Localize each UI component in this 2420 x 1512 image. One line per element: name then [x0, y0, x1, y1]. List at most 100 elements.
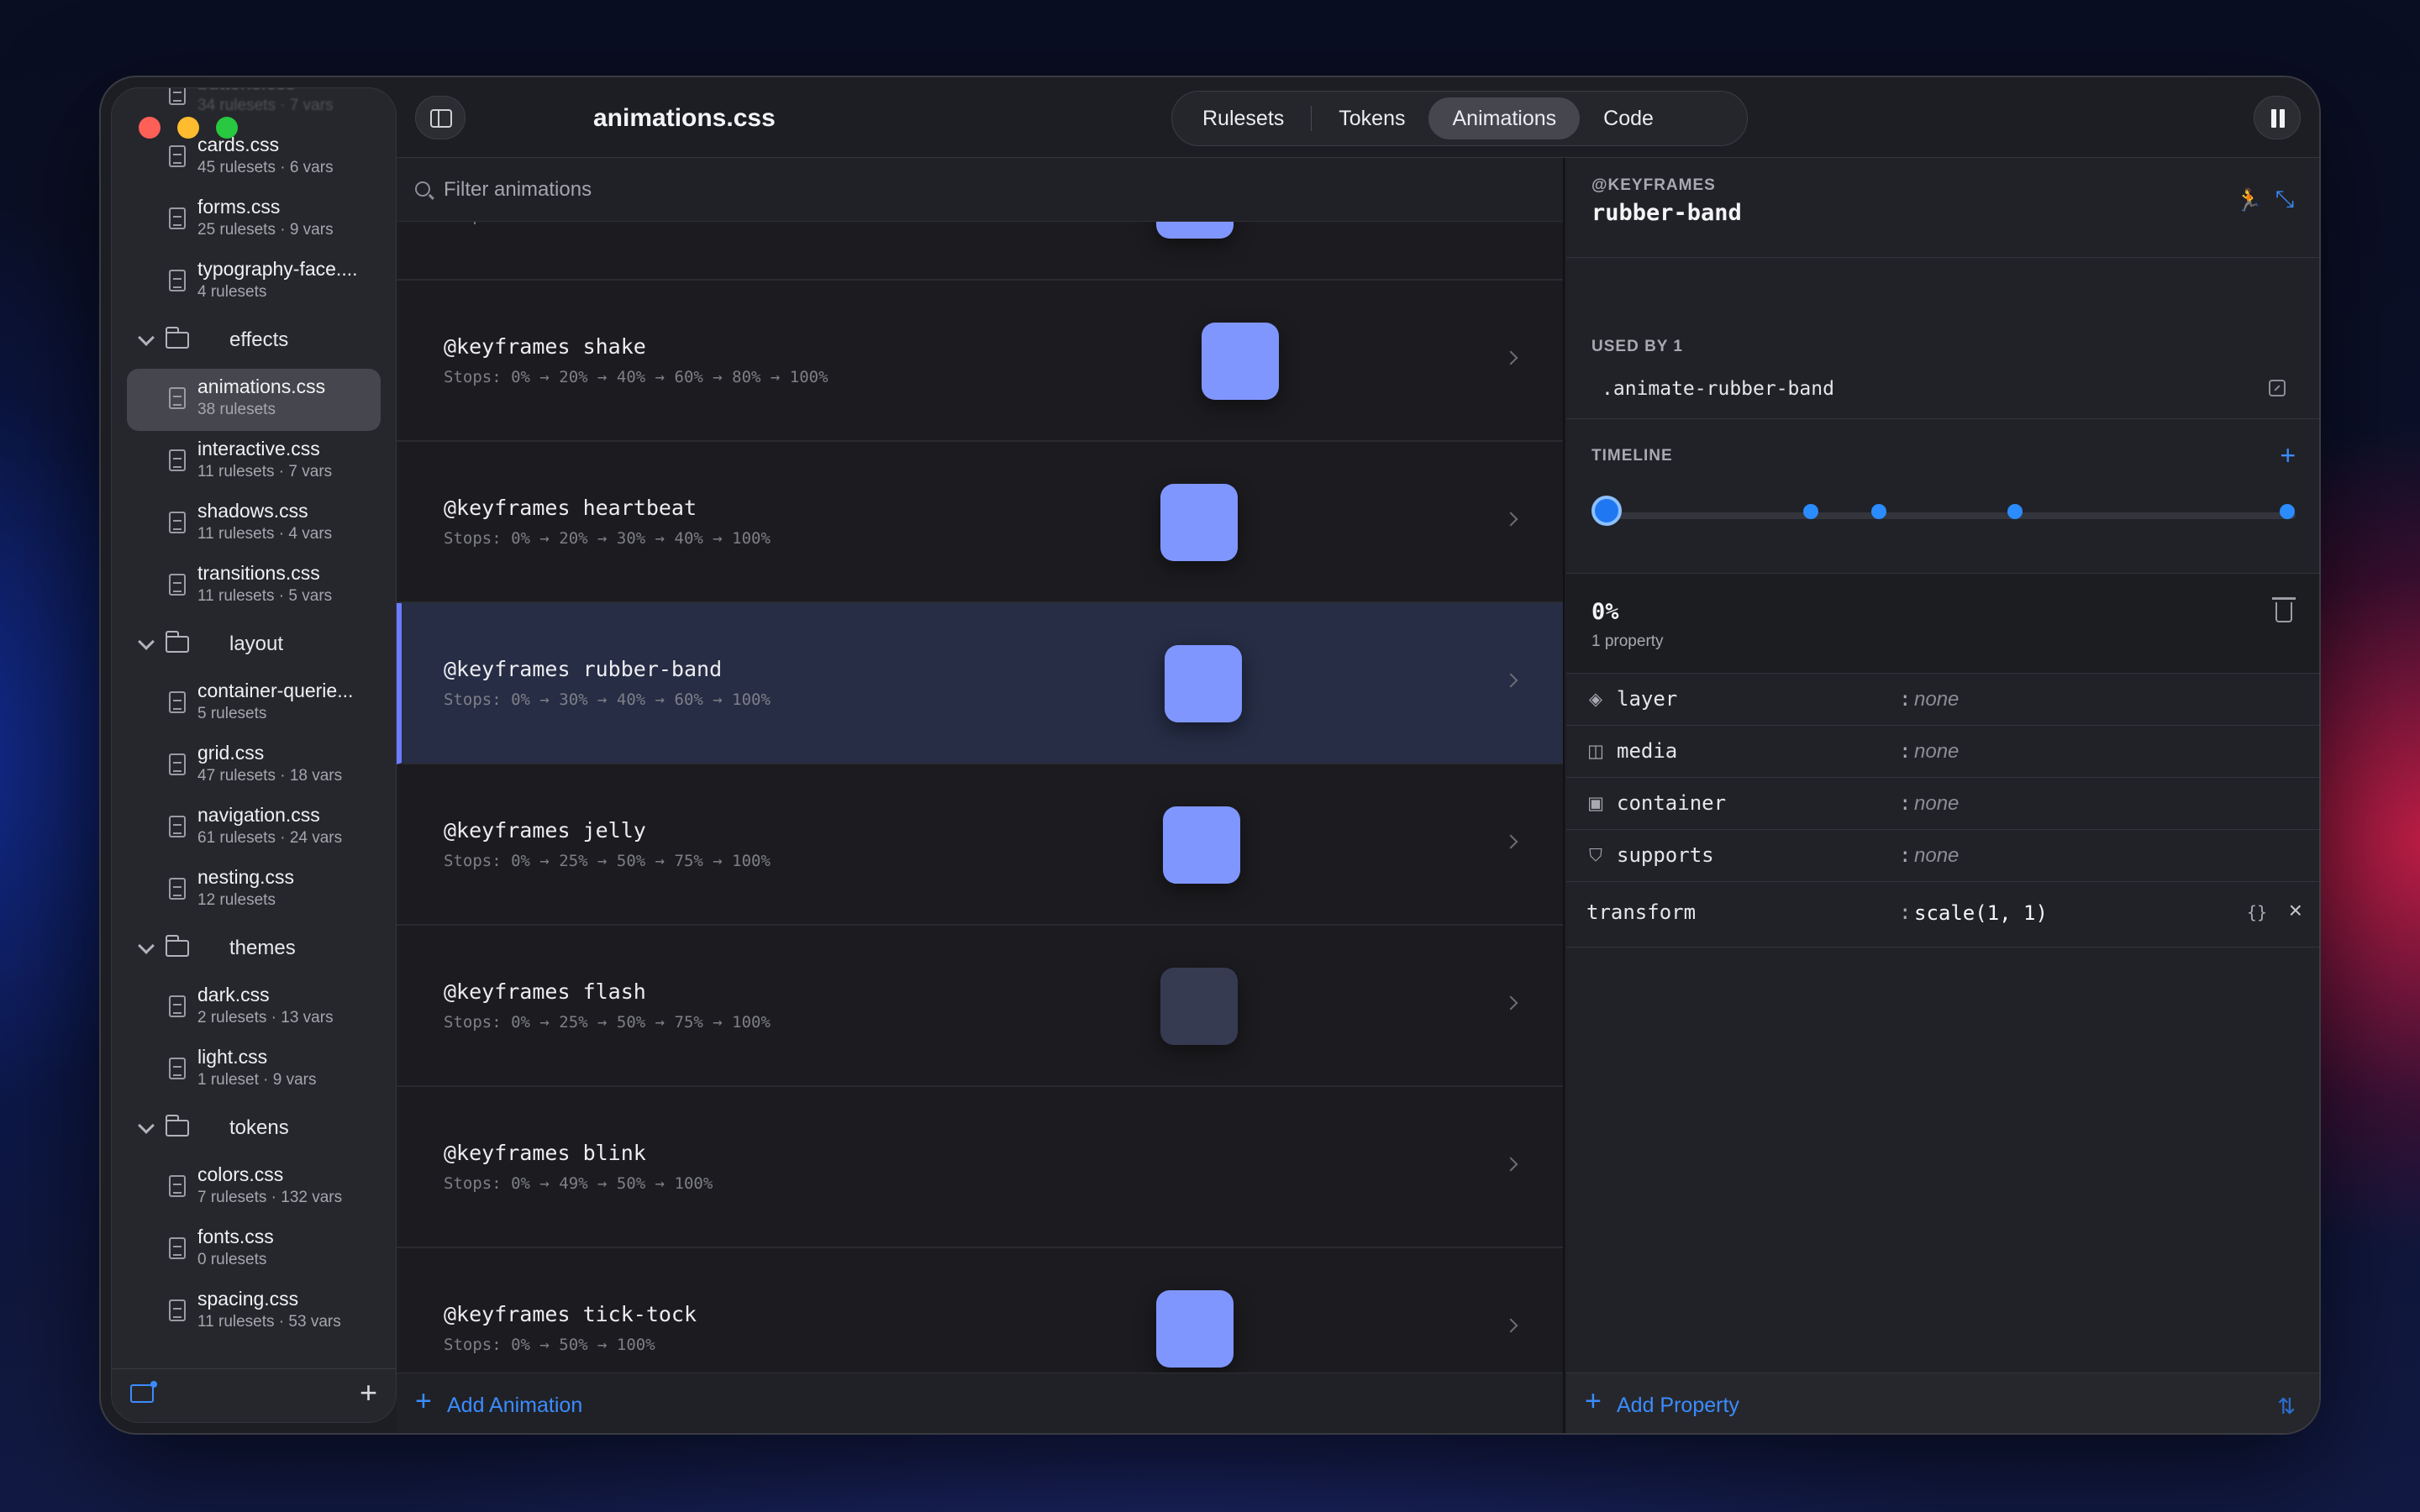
keyframes-inspector: @KEYFRAMES rubber-band 🏃 ⤡ USED BY 1 .an… — [1566, 158, 2319, 1433]
file-meta: 11 rulesets · 4 vars — [197, 525, 333, 543]
sidebar-file-item[interactable]: forms.css 25 rulesets · 9 vars — [127, 189, 381, 251]
sidebar-file-item[interactable]: light.css 1 ruleset · 9 vars — [127, 1039, 381, 1101]
sidebar-folder[interactable]: effects — [112, 313, 396, 369]
property-key[interactable]: transform — [1586, 900, 1696, 924]
tab-code[interactable]: Code — [1580, 97, 1677, 139]
document-icon — [169, 878, 186, 900]
sidebar-file-item[interactable]: nesting.css 12 rulesets — [127, 859, 381, 921]
used-by-selector[interactable]: .animate-rubber-band — [1602, 378, 1834, 400]
sidebar-file-item[interactable]: navigation.css 61 rulesets · 24 vars — [127, 797, 381, 859]
document-icon — [169, 816, 186, 837]
tab-tokens[interactable]: Tokens — [1315, 97, 1428, 139]
animation-preview — [1156, 222, 1234, 239]
timeline-stop[interactable] — [1591, 496, 1622, 526]
timeline-stop[interactable] — [1871, 504, 1886, 519]
add-animation-button[interactable]: + Add Animation — [397, 1373, 1563, 1433]
at-rule-row[interactable]: ▣ container: none — [1566, 778, 2319, 830]
container-icon: ▣ — [1587, 794, 1604, 813]
sidebar-file-item[interactable]: typography-face.... 4 rulesets — [127, 251, 381, 313]
sidebar-file-item[interactable]: shadows.css 11 rulesets · 4 vars — [127, 493, 381, 555]
pause-button[interactable] — [2254, 96, 2301, 139]
file-meta: 38 rulesets — [197, 401, 276, 418]
document-icon — [169, 1237, 186, 1259]
keyframes-name: rubber-band — [1591, 200, 1742, 226]
run-icon[interactable]: 🏃 — [2235, 188, 2262, 212]
file-meta: 11 rulesets · 5 vars — [197, 587, 333, 605]
media-icon: ◫ — [1587, 742, 1604, 761]
file-name: interactive.css — [197, 438, 320, 459]
at-rule-value[interactable]: none — [1914, 844, 1959, 868]
add-animation-label: Add Animation — [447, 1394, 583, 1417]
animation-row[interactable]: @keyframes flash Stops: 0% → 25% → 50% → … — [397, 926, 1563, 1087]
folder-icon — [166, 631, 189, 653]
expand-icon[interactable]: ⤡ — [2274, 187, 2296, 211]
animations-list-pane: Filter animations Stops: 0% → 100% @keyfr… — [397, 158, 1565, 1433]
timeline-track[interactable] — [1598, 512, 2296, 519]
sidebar-file-item[interactable]: fonts.css 0 rulesets — [127, 1219, 381, 1281]
timeline-stop[interactable] — [1803, 504, 1818, 519]
file-meta: 12 rulesets — [197, 891, 276, 909]
chevron-down-icon — [138, 329, 155, 346]
timeline-label: TIMELINE — [1591, 447, 1673, 465]
sort-icon[interactable]: ⇅ — [2277, 1395, 2296, 1417]
timeline-stop[interactable] — [2280, 504, 2295, 519]
animation-stops: Stops: 0% → 100% — [444, 222, 597, 225]
at-rule-row[interactable]: ◫ media: none — [1566, 726, 2319, 778]
animation-row[interactable]: @keyframes blink Stops: 0% → 49% → 50% → … — [397, 1087, 1563, 1248]
animation-row[interactable]: @keyframes rubber-band Stops: 0% → 30% → … — [397, 603, 1563, 764]
property-row[interactable]: transform: scale(1, 1) {} × — [1566, 887, 2319, 948]
reveal-icon[interactable] — [2269, 380, 2286, 396]
sidebar-file-item[interactable]: animations.css 38 rulesets — [127, 369, 381, 431]
minimize-window-button[interactable] — [177, 117, 199, 139]
animation-name: @keyframes shake — [444, 334, 646, 359]
close-window-button[interactable] — [139, 117, 160, 139]
timeline-stop[interactable] — [2007, 504, 2023, 519]
stop-property-count: 1 property — [1591, 633, 1664, 650]
at-rule-value[interactable]: none — [1914, 792, 1959, 816]
tab-rulesets[interactable]: Rulesets — [1179, 97, 1307, 139]
property-value[interactable]: scale(1, 1) — [1914, 901, 2048, 925]
sidebar-folder[interactable]: themes — [112, 921, 396, 977]
at-rule-row[interactable]: ⛉ supports: none — [1566, 830, 2319, 882]
remove-property-icon[interactable]: × — [2289, 899, 2302, 922]
sidebar-file-item[interactable]: container-querie... 5 rulesets — [127, 673, 381, 735]
animation-row[interactable]: @keyframes heartbeat Stops: 0% → 20% → 30… — [397, 442, 1563, 603]
at-rule-value[interactable]: none — [1914, 740, 1959, 764]
animation-preview — [1160, 484, 1238, 561]
animation-row[interactable]: Stops: 0% → 100% — [397, 222, 1563, 281]
document-icon — [169, 270, 186, 291]
sidebar-file-item[interactable]: spacing.css 11 rulesets · 53 vars — [127, 1281, 381, 1343]
filter-bar[interactable]: Filter animations — [397, 158, 1563, 222]
add-property-button[interactable]: + Add Property ⇅ — [1566, 1373, 2319, 1433]
animation-row[interactable]: @keyframes shake Stops: 0% → 20% → 40% → … — [397, 281, 1563, 442]
zoom-window-button[interactable] — [216, 117, 238, 139]
animation-stops: Stops: 0% → 20% → 30% → 40% → 100% — [444, 529, 771, 548]
add-file-button[interactable]: + — [360, 1378, 377, 1408]
add-stop-button[interactable]: + — [2280, 442, 2296, 469]
folder-badge-icon[interactable] — [130, 1381, 157, 1403]
sidebar-file-item[interactable]: transitions.css 11 rulesets · 5 vars — [127, 555, 381, 617]
animation-row[interactable]: @keyframes jelly Stops: 0% → 25% → 50% → … — [397, 764, 1563, 926]
sidebar-file-item[interactable]: grid.css 47 rulesets · 18 vars — [127, 735, 381, 797]
sidebar-folder[interactable]: tokens — [112, 1101, 396, 1157]
filter-input[interactable]: Filter animations — [444, 178, 592, 202]
animation-preview — [1156, 1290, 1234, 1368]
sidebar-toggle-button[interactable] — [415, 96, 466, 139]
animation-preview — [1160, 968, 1238, 1045]
sidebar-file-item[interactable]: interactive.css 11 rulesets · 7 vars — [127, 431, 381, 493]
animation-name: @keyframes rubber-band — [444, 657, 723, 681]
sidebar-folder[interactable]: layout — [112, 617, 396, 673]
file-meta: 11 rulesets · 53 vars — [197, 1313, 341, 1331]
sidebar-file-item[interactable]: colors.css 7 rulesets · 132 vars — [127, 1157, 381, 1219]
at-rule-row[interactable]: ◈ layer: none — [1566, 674, 2319, 726]
at-rule-value[interactable]: none — [1914, 688, 1959, 711]
animation-row[interactable]: @keyframes tick-tock Stops: 0% → 50% → 10… — [397, 1248, 1563, 1373]
layers-icon: ◈ — [1588, 690, 1603, 709]
tab-animations[interactable]: Animations — [1428, 97, 1581, 139]
sidebar-file-item[interactable]: dark.css 2 rulesets · 13 vars — [127, 977, 381, 1039]
trash-icon[interactable] — [2272, 597, 2296, 622]
braces-icon[interactable]: {} — [2247, 902, 2267, 922]
colon: : — [1899, 843, 1912, 867]
chevron-right-icon — [1503, 834, 1518, 849]
folder-name: themes — [229, 937, 296, 959]
